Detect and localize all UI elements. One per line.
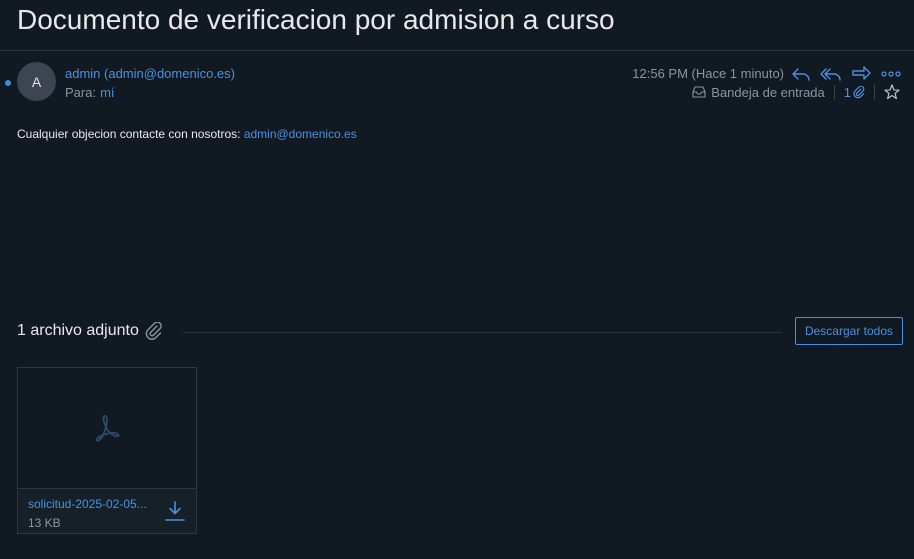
body-email-link[interactable]: admin@domenico.es	[244, 127, 357, 141]
message-body: Cualquier objecion contacte con nosotros…	[17, 127, 357, 141]
folder-name: Bandeja de entrada	[711, 84, 825, 100]
attachment-count-link[interactable]: 1	[844, 85, 865, 100]
attachments-divider	[183, 332, 782, 333]
timestamp: 12:56 PM (Hace 1 minuto)	[632, 66, 784, 81]
avatar: A	[17, 62, 56, 101]
inbox-icon	[692, 86, 706, 98]
attachments-title: 1 archivo adjunto	[17, 322, 139, 339]
forward-icon	[852, 66, 871, 80]
reply-icon	[792, 68, 810, 81]
attachment-size: 13 KB	[28, 516, 61, 530]
more-icon	[881, 71, 901, 77]
sender[interactable]: admin (admin@domenico.es)	[65, 66, 235, 81]
recipient-line: Para: mí	[65, 85, 115, 100]
attachment-footer: solicitud-2025-02-05... 13 KB	[18, 489, 196, 533]
unread-indicator	[5, 80, 11, 86]
star-icon[interactable]	[884, 84, 900, 100]
divider	[833, 85, 835, 99]
folder-link[interactable]: Bandeja de entrada	[692, 84, 825, 100]
attachments-header: 1 archivo adjunto	[17, 322, 163, 340]
message-actions	[790, 64, 902, 84]
reply-all-button[interactable]	[820, 64, 842, 84]
download-all-button[interactable]: Descargar todos	[795, 317, 903, 345]
attachment-preview[interactable]	[18, 368, 196, 489]
recipient[interactable]: mí	[100, 85, 114, 100]
divider	[874, 85, 875, 99]
body-text: Cualquier objecion contacte con nosotros…	[17, 127, 244, 141]
paperclip-icon	[853, 85, 865, 98]
email-subject: Documento de verificacion por admision a…	[17, 4, 615, 35]
more-actions-button[interactable]	[880, 64, 902, 84]
message-meta: Bandeja de entrada 1	[692, 84, 900, 100]
attachment-download-button[interactable]	[164, 499, 186, 523]
paperclip-icon	[145, 322, 162, 340]
subject-divider	[0, 50, 914, 51]
forward-button[interactable]	[850, 64, 872, 84]
attachment-card[interactable]: solicitud-2025-02-05... 13 KB	[17, 367, 197, 534]
attachment-count: 1	[843, 84, 851, 100]
attachment-name[interactable]: solicitud-2025-02-05...	[28, 497, 160, 511]
reply-all-icon	[820, 68, 841, 81]
reply-button[interactable]	[790, 64, 812, 84]
to-label: Para:	[65, 85, 97, 100]
download-icon	[165, 501, 185, 521]
pdf-icon	[95, 415, 120, 442]
